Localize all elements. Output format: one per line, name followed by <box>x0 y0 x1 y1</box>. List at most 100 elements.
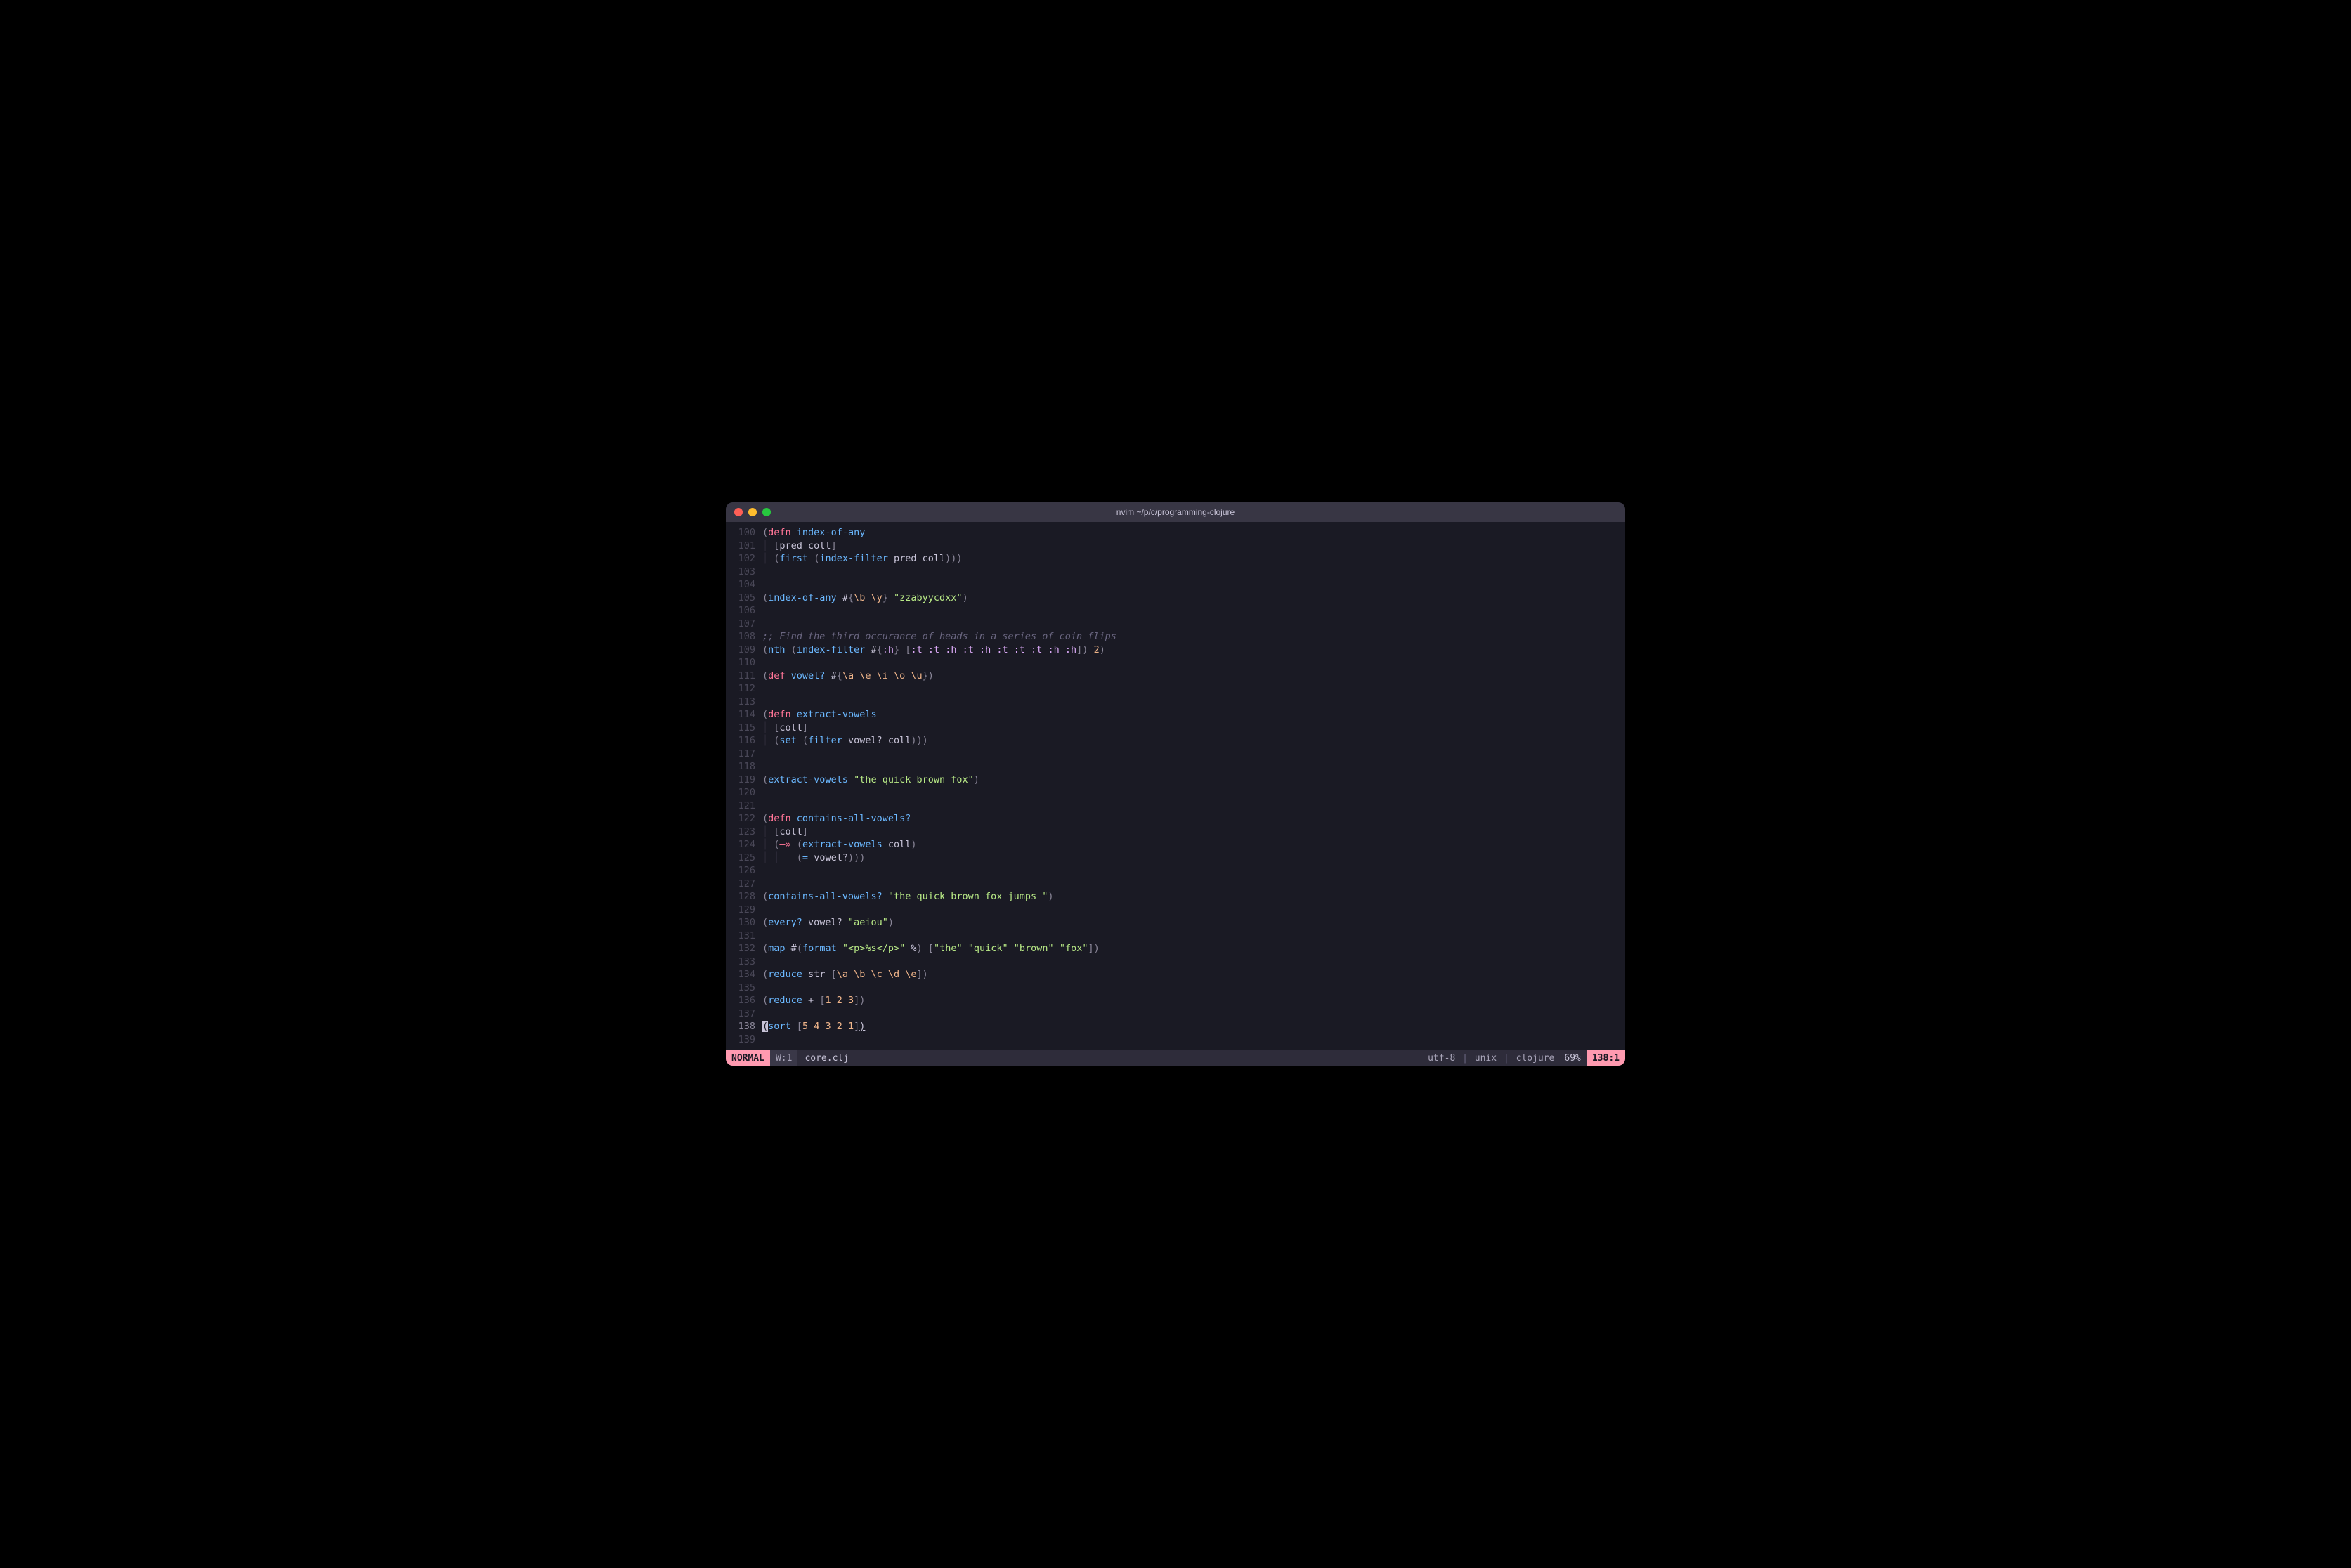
code-content[interactable]: (defn index-of-any <box>762 526 865 540</box>
line-number: 100 <box>726 526 762 540</box>
line-number: 106 <box>726 604 762 618</box>
code-content[interactable]: │ │ (= vowel?))) <box>762 851 865 865</box>
line-number: 130 <box>726 916 762 929</box>
code-content[interactable]: (every? vowel? "aeiou") <box>762 916 894 929</box>
code-content[interactable]: (map #(format "<p>%s</p>" %) ["the" "qui… <box>762 942 1100 955</box>
code-line[interactable]: 108;; Find the third occurance of heads … <box>726 630 1625 643</box>
line-number: 128 <box>726 890 762 903</box>
titlebar[interactable]: nvim ~/p/c/programming-clojure <box>726 502 1625 522</box>
minimize-button[interactable] <box>748 508 757 516</box>
code-line[interactable]: 109(nth (index-filter #{:h} [:t :t :h :t… <box>726 643 1625 657</box>
code-line[interactable]: 123│ [coll] <box>726 825 1625 839</box>
code-line[interactable]: 131 <box>726 929 1625 943</box>
line-number: 125 <box>726 851 762 865</box>
code-content[interactable]: (reduce str [\a \b \c \d \e]) <box>762 968 928 981</box>
code-line[interactable]: 125│ │ (= vowel?))) <box>726 851 1625 865</box>
code-line[interactable]: 129 <box>726 903 1625 917</box>
line-number: 138 <box>726 1020 762 1033</box>
maximize-button[interactable] <box>762 508 771 516</box>
code-content[interactable]: (extract-vowels "the quick brown fox") <box>762 773 979 787</box>
line-number: 117 <box>726 747 762 761</box>
code-line[interactable]: 111(def vowel? #{\a \e \i \o \u}) <box>726 669 1625 683</box>
code-line[interactable]: 134(reduce str [\a \b \c \d \e]) <box>726 968 1625 981</box>
code-line[interactable]: 102│ (first (index-filter pred coll))) <box>726 552 1625 566</box>
code-content[interactable]: (defn contains-all-vowels? <box>762 812 911 825</box>
code-line[interactable]: 135 <box>726 981 1625 995</box>
code-line[interactable]: 117 <box>726 747 1625 761</box>
code-line[interactable]: 132(map #(format "<p>%s</p>" %) ["the" "… <box>726 942 1625 955</box>
encoding: utf-8 <box>1428 1053 1455 1064</box>
code-line[interactable]: 124│ (—» (extract-vowels coll) <box>726 838 1625 851</box>
code-content[interactable]: │ (—» (extract-vowels coll) <box>762 838 917 851</box>
warning-count: W:1 <box>770 1050 797 1066</box>
code-line[interactable]: 112 <box>726 682 1625 695</box>
code-line[interactable]: 104 <box>726 578 1625 592</box>
line-number: 131 <box>726 929 762 943</box>
code-line[interactable]: 133 <box>726 955 1625 969</box>
close-button[interactable] <box>734 508 743 516</box>
line-number: 134 <box>726 968 762 981</box>
code-line[interactable]: 137 <box>726 1007 1625 1021</box>
code-line[interactable]: 127 <box>726 877 1625 891</box>
code-line[interactable]: 138(sort [5 4 3 2 1]) <box>726 1020 1625 1033</box>
code-line[interactable]: 121 <box>726 799 1625 813</box>
code-line[interactable]: 120 <box>726 786 1625 799</box>
line-number: 127 <box>726 877 762 891</box>
line-number: 121 <box>726 799 762 813</box>
code-line[interactable]: 105(index-of-any #{\b \y} "zzabyycdxx") <box>726 592 1625 605</box>
code-content[interactable]: (reduce + [1 2 3]) <box>762 994 865 1007</box>
terminal-window: nvim ~/p/c/programming-clojure 100(defn … <box>726 502 1625 1066</box>
code-line[interactable]: 113 <box>726 695 1625 709</box>
line-number: 107 <box>726 618 762 631</box>
line-number: 123 <box>726 825 762 839</box>
line-number: 132 <box>726 942 762 955</box>
code-line[interactable]: 101│ [pred coll] <box>726 540 1625 553</box>
code-line[interactable]: 110 <box>726 656 1625 669</box>
line-number: 129 <box>726 903 762 917</box>
code-line[interactable]: 107 <box>726 618 1625 631</box>
code-line[interactable]: 115│ [coll] <box>726 721 1625 735</box>
line-number: 116 <box>726 734 762 747</box>
editor-area[interactable]: 100(defn index-of-any101│ [pred coll]102… <box>726 522 1625 1050</box>
line-number: 110 <box>726 656 762 669</box>
code-line[interactable]: 100(defn index-of-any <box>726 526 1625 540</box>
code-content[interactable]: (defn extract-vowels <box>762 708 877 721</box>
statusline: NORMAL W:1 core.clj utf-8 | unix | cloju… <box>726 1050 1625 1066</box>
code-content[interactable]: │ [pred coll] <box>762 540 837 553</box>
traffic-lights <box>734 508 771 516</box>
code-content[interactable]: ;; Find the third occurance of heads in … <box>762 630 1116 643</box>
code-line[interactable]: 116│ (set (filter vowel? coll))) <box>726 734 1625 747</box>
line-number: 119 <box>726 773 762 787</box>
code-line[interactable]: 103 <box>726 566 1625 579</box>
code-content[interactable]: │ (set (filter vowel? coll))) <box>762 734 928 747</box>
cursor-position: 138:1 <box>1587 1050 1625 1066</box>
code-line[interactable]: 119(extract-vowels "the quick brown fox"… <box>726 773 1625 787</box>
code-line[interactable]: 136(reduce + [1 2 3]) <box>726 994 1625 1007</box>
code-line[interactable]: 130(every? vowel? "aeiou") <box>726 916 1625 929</box>
code-content[interactable]: (sort [5 4 3 2 1]) <box>762 1020 865 1033</box>
line-number: 115 <box>726 721 762 735</box>
code-content[interactable]: │ [coll] <box>762 721 808 735</box>
code-line[interactable]: 126 <box>726 864 1625 877</box>
code-content[interactable]: (contains-all-vowels? "the quick brown f… <box>762 890 1054 903</box>
line-number: 112 <box>726 682 762 695</box>
code-line[interactable]: 128(contains-all-vowels? "the quick brow… <box>726 890 1625 903</box>
code-line[interactable]: 122(defn contains-all-vowels? <box>726 812 1625 825</box>
fileformat: unix <box>1475 1053 1497 1064</box>
code-line[interactable]: 118 <box>726 760 1625 773</box>
code-line[interactable]: 106 <box>726 604 1625 618</box>
code-line[interactable]: 114(defn extract-vowels <box>726 708 1625 721</box>
line-number: 118 <box>726 760 762 773</box>
line-number: 124 <box>726 838 762 851</box>
code-content[interactable]: (nth (index-filter #{:h} [:t :t :h :t :h… <box>762 643 1105 657</box>
code-content[interactable]: (index-of-any #{\b \y} "zzabyycdxx") <box>762 592 968 605</box>
line-number: 137 <box>726 1007 762 1021</box>
line-number: 135 <box>726 981 762 995</box>
filetype: clojure <box>1516 1053 1555 1064</box>
mode-indicator: NORMAL <box>726 1050 770 1066</box>
code-content[interactable]: (def vowel? #{\a \e \i \o \u}) <box>762 669 934 683</box>
code-content[interactable]: │ (first (index-filter pred coll))) <box>762 552 963 566</box>
status-right: utf-8 | unix | clojure <box>1424 1053 1558 1064</box>
code-line[interactable]: 139 <box>726 1033 1625 1047</box>
code-content[interactable]: │ [coll] <box>762 825 808 839</box>
